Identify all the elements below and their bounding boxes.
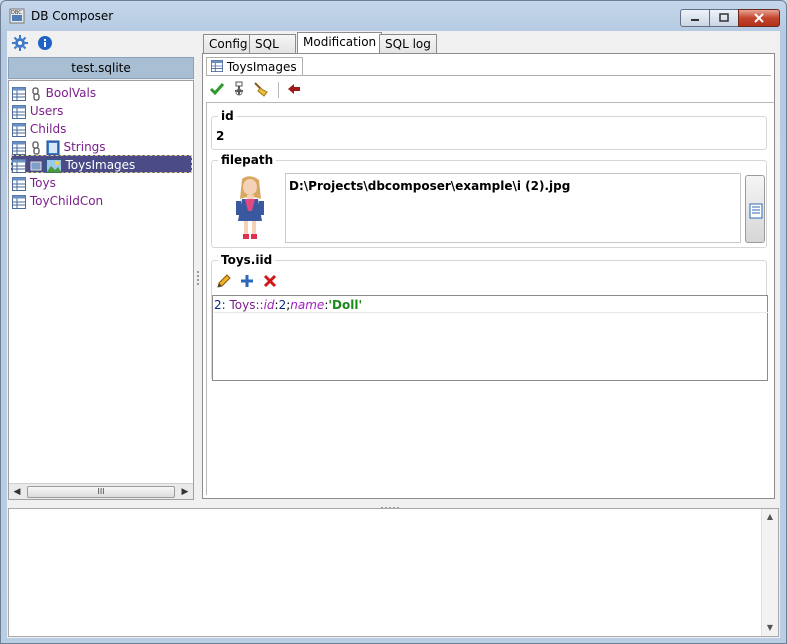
client-area: test.sqlite BoolVals Users Childs String… [7, 31, 780, 638]
table-icon [12, 140, 26, 155]
tree-item-label: Childs [29, 122, 67, 136]
log-vertical-scrollbar[interactable]: ▲ ▼ [761, 509, 778, 636]
tree-item-label: Users [29, 104, 64, 118]
close-button[interactable] [738, 9, 780, 27]
tab-sql-log[interactable]: SQL log [379, 34, 437, 54]
field-group-filepath: filepath D:\Projects\dbcomposer\example\… [211, 153, 767, 248]
tree-item-label: Toys [29, 176, 56, 190]
row-key: id [263, 298, 275, 312]
table-icon [12, 194, 26, 209]
delete-icon[interactable] [262, 273, 278, 289]
table-icon [12, 104, 26, 119]
link-icon [32, 140, 40, 155]
gear-icon[interactable] [12, 35, 28, 51]
table-icon [211, 60, 223, 72]
tree-item-childs[interactable]: Childs [12, 120, 66, 138]
app-window: DBC DB Composer test.sqlite BoolVals Use… [0, 0, 787, 644]
tree-item-users[interactable]: Users [12, 102, 63, 120]
tab-modification[interactable]: Modification [297, 32, 383, 54]
relation-label: Toys.iid [218, 253, 276, 267]
subtab-label: ToysImages [226, 60, 297, 74]
document-icon [749, 203, 763, 219]
window-title: DB Composer [31, 9, 114, 23]
insert-icon[interactable] [231, 81, 247, 97]
row-separator: :: [255, 298, 264, 312]
maximize-icon [719, 13, 729, 22]
tree-item-label: ToysImages [65, 158, 136, 172]
relation-group-toys-iid: Toys.iid 2: Toys::id:2;name:'Doll' [211, 253, 768, 381]
book-icon [46, 140, 60, 155]
tree-item-label: Strings [63, 140, 106, 154]
table-icon [12, 86, 26, 101]
table-icon [12, 176, 26, 191]
vertical-splitter[interactable] [195, 57, 201, 501]
field-label-id: id [218, 109, 237, 123]
minimize-button[interactable] [680, 9, 710, 27]
record-form: id 2 filepath D:\Projects\dbcomposer\exa… [206, 102, 774, 495]
edit-icon[interactable] [216, 273, 232, 289]
scroll-down-arrow-icon[interactable]: ▼ [762, 620, 778, 636]
tab-label: SQL [255, 37, 279, 51]
relation-toolbar [214, 271, 294, 291]
tab-label: SQL log [385, 37, 431, 51]
row-key: name [290, 298, 325, 312]
field-group-id: id 2 [211, 109, 767, 150]
table-tree[interactable]: BoolVals Users Childs Strings ToysImages [8, 80, 194, 500]
scroll-thumb-grip: III [97, 487, 105, 496]
window-controls [680, 9, 780, 27]
tree-item-boolvals[interactable]: BoolVals [12, 84, 96, 102]
filepath-value: D:\Projects\dbcomposer\example\i (2).jpg [289, 179, 571, 193]
row-prefix: 2: [214, 298, 230, 312]
tree-item-strings[interactable]: Strings [12, 138, 106, 156]
tree-item-toys[interactable]: Toys [12, 174, 56, 192]
link-icon [32, 86, 40, 101]
database-name: test.sqlite [8, 57, 194, 79]
tree-item-toychildcon[interactable]: ToyChildCon [12, 192, 103, 210]
modification-panel: ToysImages id 2 filepath D:\Projects\dbc… [202, 53, 775, 499]
scroll-right-arrow-icon[interactable]: ▶ [177, 484, 193, 500]
subtab-toysimages[interactable]: ToysImages [206, 57, 303, 76]
apply-icon[interactable] [209, 81, 225, 97]
image-icon [45, 158, 62, 173]
tab-label: Config [209, 37, 248, 51]
close-icon [754, 13, 764, 23]
picture-icon [30, 161, 42, 170]
scroll-thumb[interactable]: III [27, 486, 175, 498]
scroll-up-arrow-icon[interactable]: ▲ [762, 509, 778, 525]
relation-row[interactable]: 2: Toys::id:2;name:'Doll' [214, 297, 768, 313]
splitter-grip-icon [197, 271, 199, 285]
left-toolbar [7, 31, 197, 55]
info-icon[interactable] [37, 35, 53, 51]
tab-config[interactable]: Config [203, 34, 254, 54]
subtab-divider [206, 75, 771, 76]
tree-item-label: ToyChildCon [29, 194, 104, 208]
filepath-input[interactable]: D:\Projects\dbcomposer\example\i (2).jpg [285, 173, 741, 243]
relation-list[interactable]: 2: Toys::id:2;name:'Doll' [212, 295, 768, 381]
field-value-id[interactable]: 2 [216, 129, 224, 143]
maximize-button[interactable] [709, 9, 739, 27]
log-output-area[interactable]: ▲ ▼ [8, 508, 779, 637]
tree-item-toysimages[interactable]: ToysImages [11, 155, 192, 173]
minimize-icon [691, 19, 699, 21]
svg-text:DBC: DBC [11, 10, 22, 16]
row-table: Toys [229, 298, 256, 312]
tab-label: Modification [303, 35, 377, 49]
doll-image-thumbnail[interactable] [232, 175, 268, 241]
table-icon [12, 122, 26, 137]
title-bar[interactable]: DBC DB Composer [1, 1, 786, 31]
browse-file-button[interactable] [745, 175, 765, 243]
app-icon: DBC [9, 8, 25, 24]
field-label-filepath: filepath [218, 153, 277, 167]
clear-icon[interactable] [253, 81, 269, 97]
scroll-left-arrow-icon[interactable]: ◀ [9, 484, 25, 500]
tab-sql[interactable]: SQL [249, 34, 296, 54]
record-actions-toolbar [206, 78, 771, 100]
toolbar-separator [278, 82, 279, 98]
add-icon[interactable] [239, 273, 255, 289]
tree-horizontal-scrollbar[interactable]: ◀ III ▶ [9, 483, 193, 499]
table-icon [12, 158, 26, 173]
back-icon[interactable] [286, 81, 302, 97]
row-string-value: 'Doll' [328, 298, 363, 312]
tree-item-label: BoolVals [45, 86, 97, 100]
